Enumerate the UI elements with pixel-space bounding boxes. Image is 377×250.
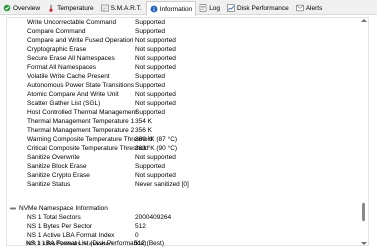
smart-icon [100, 4, 109, 12]
info-value: Supported [135, 19, 165, 26]
tab-label: Information [159, 5, 193, 13]
info-value: Not supported [135, 91, 176, 98]
info-key: Sanitize Status [27, 181, 71, 188]
overview-icon [3, 4, 11, 12]
info-value: Not supported [135, 55, 176, 62]
info-key: Cryptographic Erase [27, 46, 87, 53]
tab-temperature[interactable]: Temperature [44, 1, 98, 15]
info-key: NS 1 Total Sectors [27, 214, 81, 221]
info-value: 512 [135, 223, 146, 230]
info-value: Not supported [135, 46, 176, 53]
tab-label: Overview [13, 4, 41, 12]
info-key: Sanitize Crypto Erase [27, 172, 90, 179]
info-value: Not supported [135, 154, 176, 161]
alerts-icon [295, 4, 304, 12]
info-row: NS 1 LBA Format List (Disk Performance) 5… [6, 239, 369, 248]
info-key: Warning Composite Temperature Threshold [27, 136, 153, 143]
info-value: Not supported [135, 100, 176, 107]
tab-overview[interactable]: Overview [0, 1, 44, 15]
info-value: 363 °K (90 °C) [135, 145, 178, 152]
log-icon [199, 4, 207, 12]
info-key: Volatile Write Cache Present [27, 73, 110, 80]
disk-performance-icon [227, 4, 235, 12]
tab-label: Disk Performance [237, 4, 289, 12]
thermometer-icon [47, 4, 55, 12]
info-icon [150, 5, 158, 13]
info-key: Scatter Gather List (SGL) [27, 100, 101, 107]
info-value: 354 K [135, 118, 152, 125]
tab-label: Temperature [57, 4, 94, 12]
info-value: Supported [135, 28, 165, 35]
tab-bar: Overview Temperature S.M.A.R.T. Informat… [0, 0, 377, 16]
info-key: Autonomous Power State Transitions [27, 82, 134, 89]
info-key: Thermal Management Temperature 1 [27, 118, 135, 125]
info-value: Not supported [135, 64, 176, 71]
info-value: Supported [135, 163, 165, 170]
tab-alerts[interactable]: Alerts [293, 1, 327, 15]
tab-information[interactable]: Information [145, 1, 197, 16]
info-key: NS 1 Bytes Per Sector [27, 223, 93, 230]
tab-disk-performance[interactable]: Disk Performance [224, 1, 293, 15]
info-value: Supported [135, 109, 165, 116]
info-value: 2000409264 [135, 214, 172, 221]
info-key: Thermal Management Temperature 2 [27, 127, 135, 134]
tab-log[interactable]: Log [196, 1, 224, 15]
info-key: Atomic Compare And Write Unit [27, 91, 119, 98]
tab-label: Alerts [305, 4, 323, 12]
tab-label: Log [209, 4, 221, 12]
info-value: Never sanitized [0] [135, 181, 189, 188]
info-key: Critical Composite Temperature Threshold [27, 145, 149, 152]
tab-label: S.M.A.R.T. [110, 4, 142, 12]
scroll-up-arrow-icon[interactable] [361, 19, 367, 22]
section-collapse-icon[interactable] [10, 207, 16, 210]
info-key: Write Uncorrectable Command [27, 19, 117, 26]
info-value: 360 °K (87 °C) [135, 136, 178, 143]
info-key: Sanitize Block Erase [27, 163, 87, 170]
tab-smart[interactable]: S.M.A.R.T. [98, 1, 146, 15]
info-value: 356 K [135, 127, 152, 134]
info-key: Host Controlled Thermal Management [27, 109, 138, 116]
info-key: Secure Erase All Namespaces [27, 55, 115, 62]
info-key: Compare Command [27, 28, 86, 35]
info-value: Supported [135, 73, 165, 80]
information-panel: Write Uncorrectable Command Supported Com… [6, 17, 369, 246]
info-key: Compare and Write Fused Operation [27, 37, 134, 44]
scroll-thumb[interactable] [362, 203, 365, 221]
info-value: Supported [135, 82, 165, 89]
info-value: 512 (Best) [134, 240, 164, 247]
vertical-scrollbar[interactable] [361, 19, 367, 245]
section-title: NVMe Namespace Information [19, 205, 108, 212]
info-value: Not supported [135, 37, 176, 44]
info-key: NS 1 LBA Format List (Disk Performance) [26, 240, 147, 247]
info-key: Sanitize Overwrite [27, 154, 80, 161]
info-key: Format All Namespaces [27, 64, 96, 71]
info-value: Not supported [135, 172, 176, 179]
